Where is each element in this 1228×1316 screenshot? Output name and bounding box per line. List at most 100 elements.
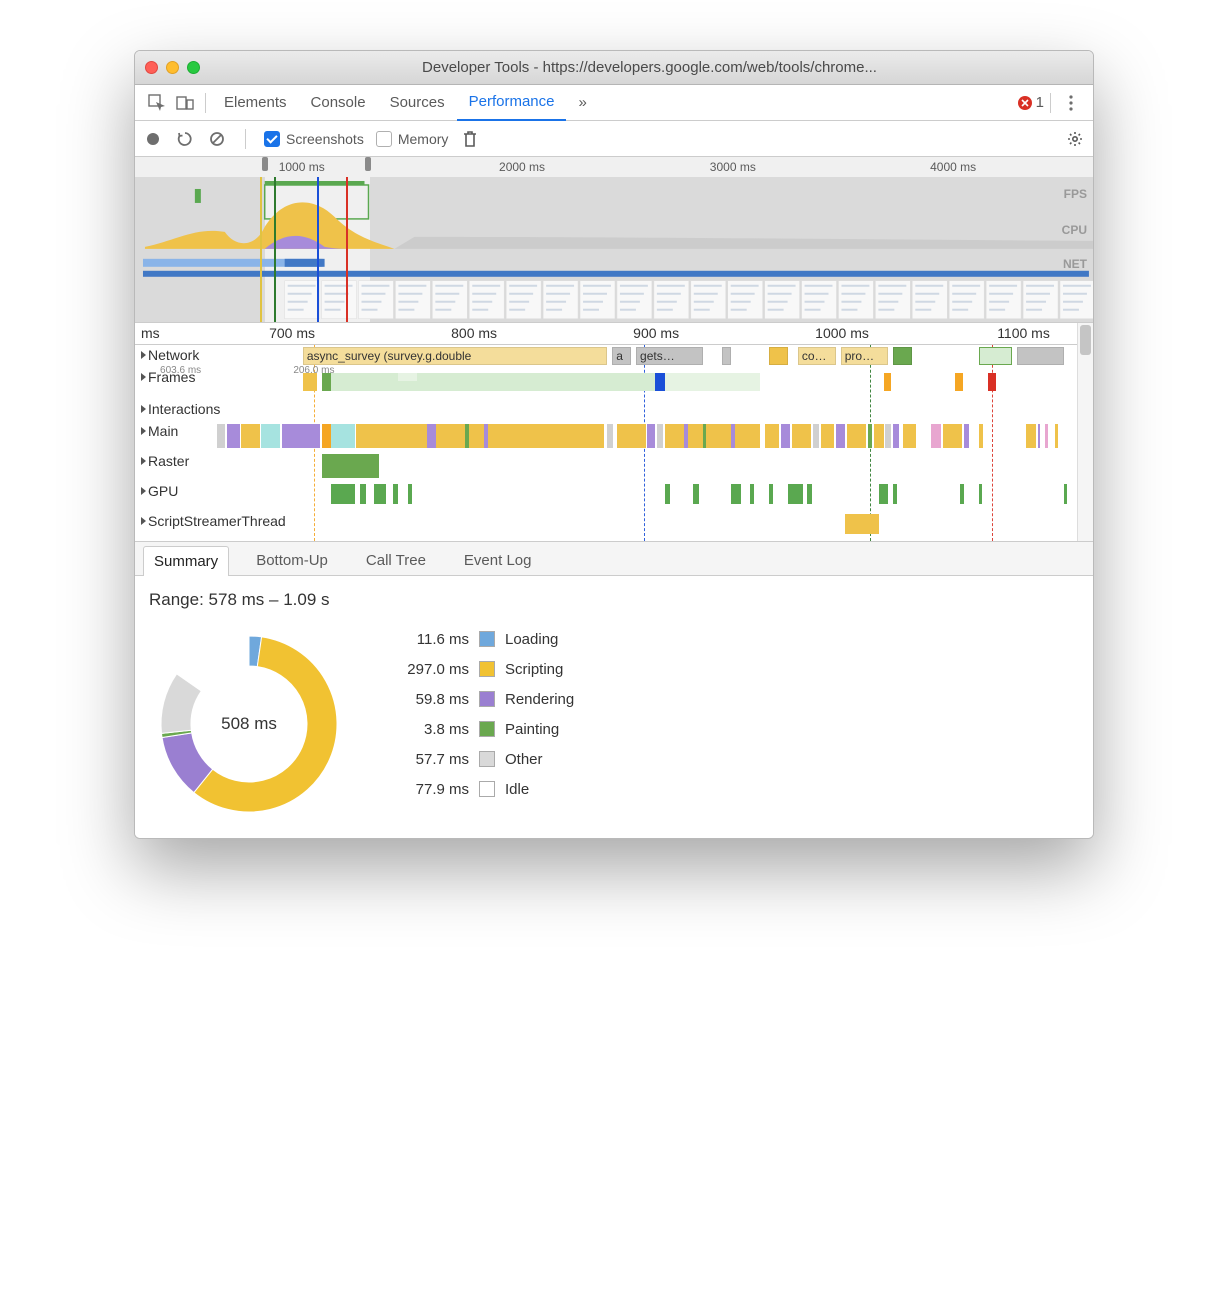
legend-label: Painting [505,721,559,738]
details-tab-call-tree[interactable]: Call Tree [355,545,437,575]
devtools-window: Developer Tools - https://developers.goo… [134,50,1094,839]
network-bar[interactable] [722,347,732,365]
track-raster[interactable]: Raster [135,451,1093,481]
divider [245,129,246,149]
legend-ms: 297.0 ms [379,661,469,678]
legend-swatch [479,781,495,797]
summary-range: Range: 578 ms – 1.09 s [149,590,1079,610]
capture-settings-icon[interactable] [1065,129,1085,149]
legend-ms: 77.9 ms [379,781,469,798]
network-bar[interactable] [893,347,912,365]
flame-scrollbar[interactable] [1077,323,1093,541]
close-window-button[interactable] [145,61,158,74]
network-bar[interactable] [769,347,788,365]
inspect-element-icon[interactable] [143,89,171,117]
legend-label: Scripting [505,661,563,678]
garbage-collect-icon[interactable] [460,129,480,149]
memory-checkbox[interactable]: Memory [376,131,449,147]
legend-ms: 3.8 ms [379,721,469,738]
summary-donut-chart: 508 ms [149,624,349,824]
memory-label: Memory [398,131,449,147]
lane-label-fps: FPS [1064,187,1087,201]
legend-ms: 11.6 ms [379,631,469,648]
legend-label: Other [505,751,543,768]
track-interactions[interactable]: Interactions [135,399,1093,421]
tabs-overflow[interactable]: » [566,85,598,121]
ruler-tick: 2000 ms [499,160,545,174]
performance-toolbar: Screenshots Memory [135,121,1093,157]
legend-swatch [479,631,495,647]
main-tab-strip: ElementsConsoleSourcesPerformance » 1 [135,85,1093,121]
donut-total: 508 ms [149,624,349,824]
expand-icon[interactable] [141,405,146,413]
track-gpu[interactable]: GPU [135,481,1093,511]
error-badge[interactable]: 1 [1018,94,1044,111]
details-tab-summary[interactable]: Summary [143,546,229,576]
legend-label: Idle [505,781,529,798]
legend-row: 3.8 ms Painting [379,714,574,744]
network-bar[interactable]: gets… [636,347,703,365]
scrollbar-thumb[interactable] [1080,325,1091,355]
network-bar[interactable] [979,347,1012,365]
ruler-tick: 4000 ms [930,160,976,174]
divider [1050,93,1051,113]
legend-ms: 57.7 ms [379,751,469,768]
network-bar[interactable]: co… [798,347,836,365]
network-bar[interactable]: pro… [841,347,889,365]
details-tab-strip: Summary Bottom-Up Call Tree Event Log [135,542,1093,576]
network-bar[interactable]: async_survey (survey.g.double [303,347,608,365]
legend-ms: 59.8 ms [379,691,469,708]
legend-label: Loading [505,631,558,648]
network-bar[interactable]: a [612,347,631,365]
legend-swatch [479,661,495,677]
expand-icon[interactable] [141,457,146,465]
reload-record-button[interactable] [175,129,195,149]
overview-lanes[interactable]: FPS CPU NET [135,177,1093,322]
network-bar[interactable] [1017,347,1065,365]
ruler-tick: 1000 ms [279,160,325,174]
expand-icon[interactable] [141,351,146,359]
minimize-window-button[interactable] [166,61,179,74]
track-network[interactable]: Network async_survey (survey.g.double a … [135,345,1093,367]
more-menu-icon[interactable] [1057,95,1085,111]
record-button[interactable] [143,129,163,149]
tab-performance[interactable]: Performance [457,85,567,121]
flame-chart[interactable]: ms 700 ms 800 ms 900 ms 1000 ms 1100 ms … [135,323,1093,542]
tab-elements[interactable]: Elements [212,85,299,121]
error-count: 1 [1036,94,1044,111]
overview-handle-left[interactable] [262,157,268,171]
legend-swatch [479,691,495,707]
details-tab-event-log[interactable]: Event Log [453,545,543,575]
window-title: Developer Tools - https://developers.goo… [216,59,1083,76]
expand-icon[interactable] [141,487,146,495]
expand-icon[interactable] [141,427,146,435]
titlebar: Developer Tools - https://developers.goo… [135,51,1093,85]
tab-console[interactable]: Console [299,85,378,121]
track-script-streamer[interactable]: ScriptStreamerThread [135,511,1093,541]
legend-row: 297.0 ms Scripting [379,654,574,684]
legend-swatch [479,721,495,737]
error-icon [1018,96,1032,110]
expand-icon[interactable] [141,373,146,381]
timeline-overview[interactable]: 1000 ms 2000 ms 3000 ms 4000 ms [135,157,1093,323]
divider [205,93,206,113]
track-frames[interactable]: Frames 603.6 ms 206.0 ms [135,367,1093,399]
checkbox-icon [376,131,392,147]
ruler-tick: 3000 ms [710,160,756,174]
screenshots-checkbox[interactable]: Screenshots [264,131,364,147]
details-tab-bottom-up[interactable]: Bottom-Up [245,545,339,575]
overview-handle-right[interactable] [365,157,371,171]
device-toolbar-icon[interactable] [171,89,199,117]
summary-legend: 11.6 ms Loading 297.0 ms Scripting 59.8 ms… [379,624,574,804]
track-main[interactable]: Main [135,421,1093,451]
maximize-window-button[interactable] [187,61,200,74]
flame-ruler: ms 700 ms 800 ms 900 ms 1000 ms 1100 ms [135,323,1093,345]
summary-panel: Range: 578 ms – 1.09 s 508 ms 11.6 ms Lo… [135,576,1093,838]
tab-sources[interactable]: Sources [378,85,457,121]
legend-swatch [479,751,495,767]
legend-label: Rendering [505,691,574,708]
expand-icon[interactable] [141,517,146,525]
overview-ruler: 1000 ms 2000 ms 3000 ms 4000 ms [135,157,1093,177]
clear-button[interactable] [207,129,227,149]
traffic-lights [145,61,200,74]
